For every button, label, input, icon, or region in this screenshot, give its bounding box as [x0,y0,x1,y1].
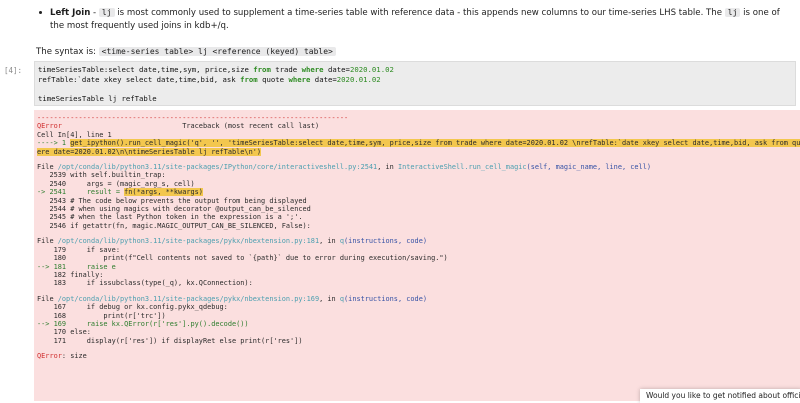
final-error-line: QError: size [37,352,87,361]
traceback-line: 167 if debug or kx.config.pykx_qdebug: [37,303,228,312]
syntax-code: <time-series table> lj <reference (keyed… [98,47,336,56]
traceback-line: 179 if save: [37,245,120,254]
code-line: timeSeriesTable:select date,time,sym, pr… [38,65,394,74]
bullet-text: - [90,8,99,18]
bullet-text: is most commonly used to supplement a ti… [114,8,725,18]
traceback-line: 170 else: [37,328,91,337]
traceback-line: -> 2541 result = fn(*args, **kwargs) [37,188,203,197]
cell-prompt: [4]: [4,66,23,75]
inline-code-lj: lj [724,8,741,17]
traceback-line: --> 181 raise e [37,262,116,271]
traceback-line: 168 print(r['trc']) [37,311,166,320]
traceback-line: 180 print(f"Cell contents not saved to `… [37,254,448,263]
traceback-line: 2544 # when using magics with decorator … [37,205,311,214]
traceback-line: 2545 # when the last Python token in the… [37,213,303,222]
syntax-label: The syntax is: [36,47,99,57]
code-cell-input[interactable]: timeSeriesTable:select date,time,sym, pr… [34,61,796,106]
traceback-header: QError Traceback (most recent call last) [37,122,320,131]
traceback-line: 183 if issubclass(type(_q), kx.QConnecti… [37,279,253,288]
markdown-cell: Left Join - lj is most commonly used to … [36,0,796,59]
traceback-line: 2540 args = (magic_arg_s, cell) [37,179,195,188]
bullet-title: Left Join [50,8,91,18]
traceback-line: ----> 1 get_ipython().run_cell_magic('q'… [37,139,800,148]
left-join-bullet: Left Join - lj is most commonly used to … [36,6,796,33]
file-reference: File /opt/conda/lib/python3.11/site-pack… [37,237,427,246]
code-line: refTable:`date xkey select date,time,bid… [38,74,381,84]
traceback-line: 2546 if getattr(fn, magic.MAGIC_OUTPUT_C… [37,221,311,230]
traceback-line: --> 169 raise kx.QError(r['res'].py().de… [37,319,249,328]
traceback-line: 2539 with self.builtin_trap: [37,171,166,180]
traceback-line: 2543 # The code below prevents the outpu… [37,196,307,205]
inline-code-lj: lj [98,8,115,17]
error-output: ----------------------------------------… [34,110,800,401]
cell-reference: Cell In[4], line 1 [37,130,112,139]
traceback-line: 182 finally: [37,270,104,279]
bullet-dot-icon [39,11,42,14]
syntax-line: The syntax is: <time-series table> lj <r… [36,45,796,59]
traceback-line: 171 display(r['res']) if displayRet else… [37,336,303,345]
file-reference: File /opt/conda/lib/python3.11/site-pack… [37,163,652,172]
code-line: timeSeriesTable lj refTable [38,93,157,103]
traceback-line: ere date=2020.01.02\n\ntimeSeriesTable l… [37,147,262,156]
traceback-divider: ----------------------------------------… [37,114,349,122]
file-reference: File /opt/conda/lib/python3.11/site-pack… [37,294,427,303]
